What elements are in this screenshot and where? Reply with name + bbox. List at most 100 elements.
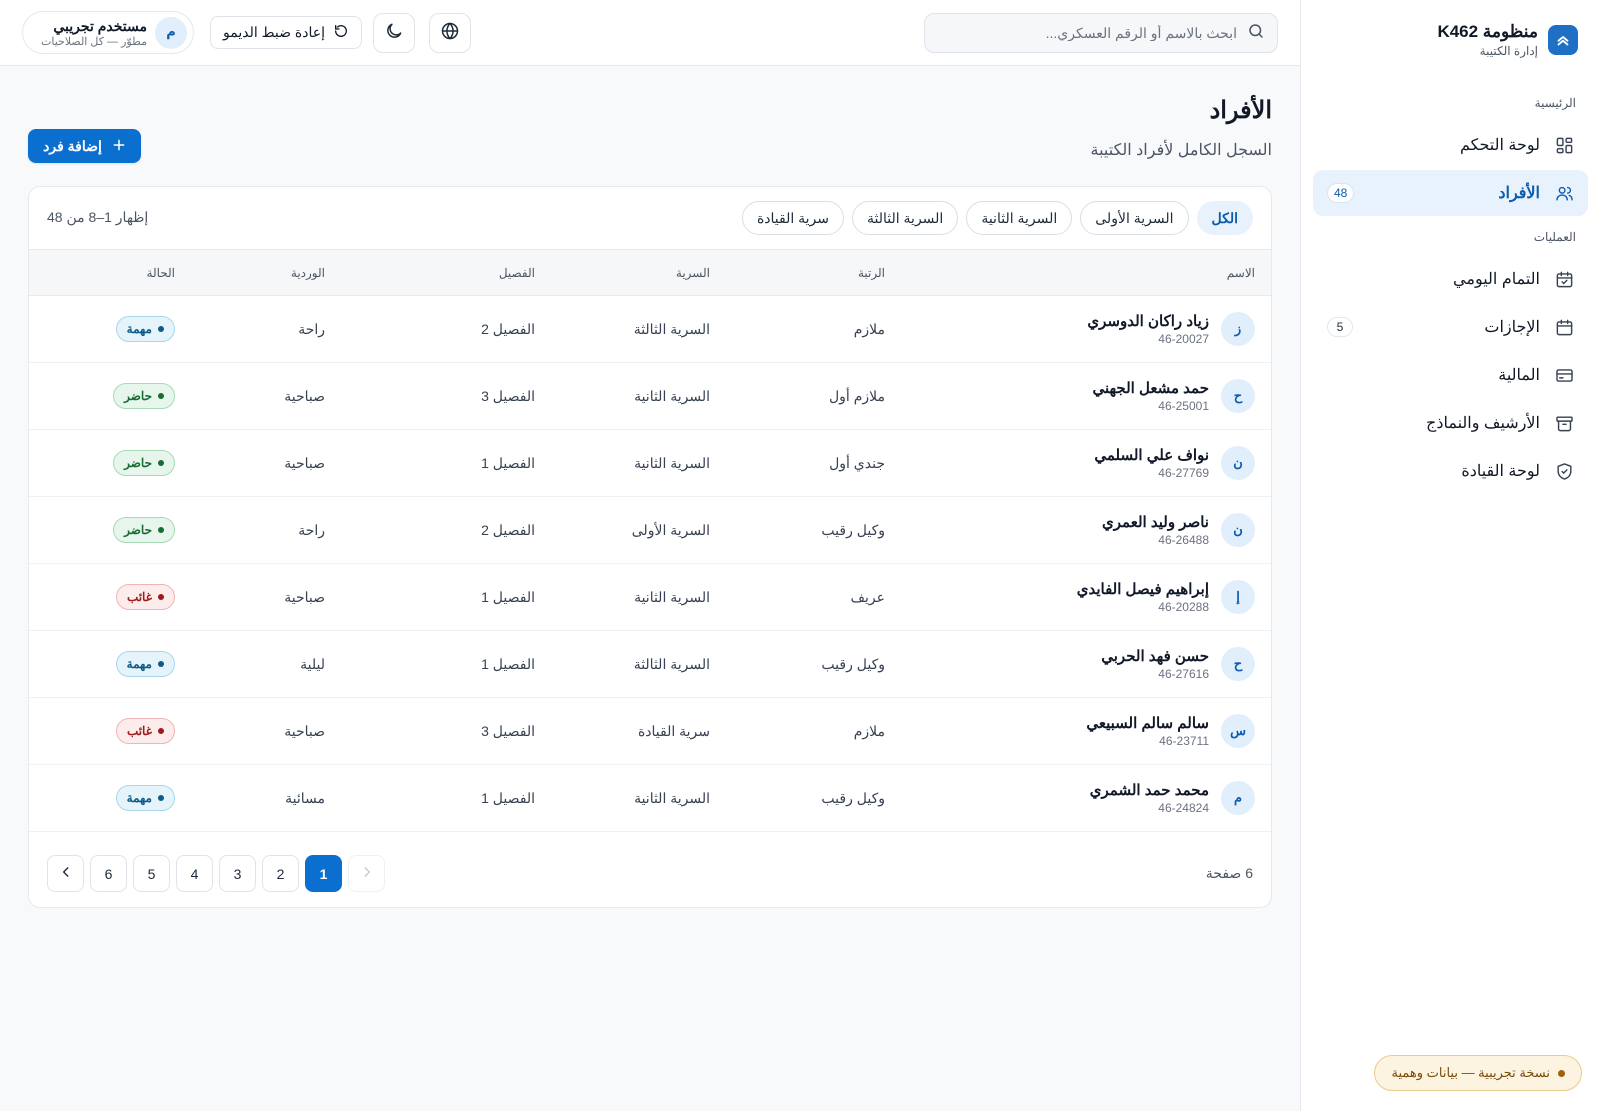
demo-notice: نسخة تجريبية — بيانات وهمية bbox=[1374, 1055, 1582, 1091]
sidebar-item-label: الأرشيف والنماذج bbox=[1426, 415, 1540, 432]
members-table: الاسم الرتبة السرية الفصيل الوردية الحال… bbox=[29, 249, 1271, 832]
status-dot-icon bbox=[158, 728, 164, 734]
sidebar-item-label: لوحة التحكم bbox=[1459, 137, 1540, 154]
add-member-label: إضافة فرد bbox=[43, 137, 102, 154]
filter-company-3[interactable]: السرية الثالثة bbox=[852, 201, 959, 235]
member-shift: صباحية bbox=[191, 697, 341, 765]
table-row[interactable]: ز زياد راكان الدوسري 46-20027 ملازم السرية… bbox=[29, 295, 1271, 363]
demo-notice-label: نسخة تجريبية — بيانات وهمية bbox=[1391, 1065, 1550, 1080]
sidebar-item-archive[interactable]: الأرشيف والنماذج bbox=[1313, 400, 1588, 446]
sidebar-item-daily-roll[interactable]: التمام اليومي bbox=[1313, 256, 1588, 302]
pager: 6 5 4 3 2 1 bbox=[47, 855, 385, 892]
company-filters: الكل السرية الأولى السرية الثانية السرية… bbox=[741, 201, 1253, 235]
status-badge: حاضر bbox=[113, 383, 175, 409]
member-shift: صباحية bbox=[191, 429, 341, 497]
status-label: غائب bbox=[126, 590, 152, 604]
table-row[interactable]: ن نواف علي السلمي 46-27769 جندي أول السرية… bbox=[29, 429, 1271, 497]
theme-toggle-button[interactable] bbox=[373, 13, 415, 53]
column-header-shift[interactable]: الوردية bbox=[191, 250, 341, 296]
moon-icon bbox=[384, 21, 404, 45]
status-dot-icon bbox=[1558, 1069, 1565, 1077]
table-row[interactable]: س سالم سالم السبيعي 46-23711 ملازم سرية ال… bbox=[29, 697, 1271, 765]
next-page-button[interactable] bbox=[47, 855, 84, 892]
member-company: سرية القيادة bbox=[551, 697, 726, 765]
page-button-6[interactable]: 6 bbox=[90, 855, 127, 892]
member-rank: ملازم bbox=[726, 697, 901, 765]
status-dot-icon bbox=[158, 795, 164, 801]
page-button-5[interactable]: 5 bbox=[133, 855, 170, 892]
add-member-button[interactable]: إضافة فرد bbox=[28, 129, 141, 163]
column-header-rank[interactable]: الرتبة bbox=[726, 250, 901, 296]
member-id: 46-25001 bbox=[1158, 399, 1209, 413]
sidebar-item-members[interactable]: الأفراد 48 bbox=[1313, 170, 1588, 216]
filter-all[interactable]: الكل bbox=[1196, 201, 1253, 235]
member-id: 46-23711 bbox=[1159, 734, 1209, 748]
page-button-1[interactable]: 1 bbox=[305, 855, 342, 892]
member-id: 46-27769 bbox=[1158, 466, 1209, 480]
sidebar-item-leaves[interactable]: الإجازات 5 bbox=[1313, 304, 1588, 350]
member-rank: ملازم bbox=[726, 295, 901, 363]
sidebar-item-finance[interactable]: المالية bbox=[1313, 352, 1588, 398]
member-shift: صباحية bbox=[191, 563, 341, 631]
member-rank: وكيل رقيب bbox=[726, 630, 901, 698]
member-name[interactable]: حمد مشعل الجهني bbox=[1092, 379, 1209, 397]
member-name[interactable]: نواف علي السلمي bbox=[1094, 446, 1209, 464]
member-platoon: الفصيل 3 bbox=[341, 697, 551, 765]
filter-hq-company[interactable]: سرية القيادة bbox=[741, 201, 845, 235]
user-menu[interactable]: م مستخدم تجريبي مطوّر — كل الصلاحيات bbox=[22, 11, 194, 54]
avatar: ن bbox=[1221, 446, 1255, 480]
status-dot-icon bbox=[158, 326, 164, 332]
previous-page-button[interactable] bbox=[348, 855, 385, 892]
member-name[interactable]: ناصر وليد العمري bbox=[1102, 513, 1209, 531]
column-header-status[interactable]: الحالة bbox=[29, 250, 191, 296]
status-label: مهمة bbox=[126, 657, 152, 671]
status-label: مهمة bbox=[126, 791, 152, 805]
status-dot-icon bbox=[158, 393, 164, 399]
member-shift: مسائية bbox=[191, 764, 341, 832]
member-name[interactable]: محمد حمد الشمري bbox=[1090, 781, 1209, 799]
member-company: السرية الثانية bbox=[551, 362, 726, 430]
member-rank: جندي أول bbox=[726, 429, 901, 497]
refresh-icon bbox=[333, 23, 349, 42]
member-shift: راحة bbox=[191, 295, 341, 363]
page-button-2[interactable]: 2 bbox=[262, 855, 299, 892]
member-rank: وكيل رقيب bbox=[726, 764, 901, 832]
plus-icon bbox=[112, 138, 126, 155]
search-box[interactable] bbox=[924, 13, 1278, 53]
filter-company-2[interactable]: السرية الثانية bbox=[966, 201, 1073, 235]
sidebar-item-command[interactable]: لوحة القيادة bbox=[1313, 448, 1588, 494]
page-button-3[interactable]: 3 bbox=[219, 855, 256, 892]
column-header-platoon[interactable]: الفصيل bbox=[341, 250, 551, 296]
reset-demo-button[interactable]: إعادة ضبط الديمو bbox=[210, 16, 362, 49]
calendar-check-icon bbox=[1554, 269, 1574, 289]
member-name[interactable]: سالم سالم السبيعي bbox=[1086, 714, 1209, 732]
member-rank: وكيل رقيب bbox=[726, 496, 901, 564]
column-header-company[interactable]: السرية bbox=[551, 250, 726, 296]
member-company: السرية الثانية bbox=[551, 429, 726, 497]
sidebar-item-dashboard[interactable]: لوحة التحكم bbox=[1313, 122, 1588, 168]
table-row[interactable]: ح حسن فهد الحربي 46-27616 وكيل رقيب السرية… bbox=[29, 630, 1271, 698]
avatar: م bbox=[155, 16, 187, 49]
table-row[interactable]: إ إبراهيم فيصل الفايدي 46-20288 عريف السري… bbox=[29, 563, 1271, 631]
avatar: ح bbox=[1221, 379, 1255, 413]
table-row[interactable]: ح حمد مشعل الجهني 46-25001 ملازم أول السري… bbox=[29, 362, 1271, 430]
filter-company-1[interactable]: السرية الأولى bbox=[1080, 201, 1189, 235]
table-row[interactable]: م محمد حمد الشمري 46-24824 وكيل رقيب السري… bbox=[29, 764, 1271, 832]
status-label: غائب bbox=[126, 724, 152, 738]
status-label: حاضر bbox=[124, 389, 152, 403]
member-company: السرية الثانية bbox=[551, 563, 726, 631]
language-button[interactable] bbox=[429, 13, 471, 53]
avatar: س bbox=[1221, 714, 1255, 748]
member-name[interactable]: زياد راكان الدوسري bbox=[1087, 312, 1209, 330]
search-input[interactable] bbox=[937, 25, 1237, 41]
members-card: الكل السرية الأولى السرية الثانية السرية… bbox=[28, 186, 1272, 908]
page-button-4[interactable]: 4 bbox=[176, 855, 213, 892]
member-id: 46-27616 bbox=[1158, 667, 1209, 681]
member-platoon: الفصيل 1 bbox=[341, 563, 551, 631]
member-name[interactable]: إبراهيم فيصل الفايدي bbox=[1077, 580, 1209, 598]
table-row[interactable]: ن ناصر وليد العمري 46-26488 وكيل رقيب السر… bbox=[29, 496, 1271, 564]
status-badge: مهمة bbox=[115, 785, 175, 811]
page-count: 6 صفحة bbox=[1205, 865, 1253, 881]
column-header-name[interactable]: الاسم bbox=[901, 250, 1271, 296]
member-name[interactable]: حسن فهد الحربي bbox=[1101, 647, 1209, 665]
